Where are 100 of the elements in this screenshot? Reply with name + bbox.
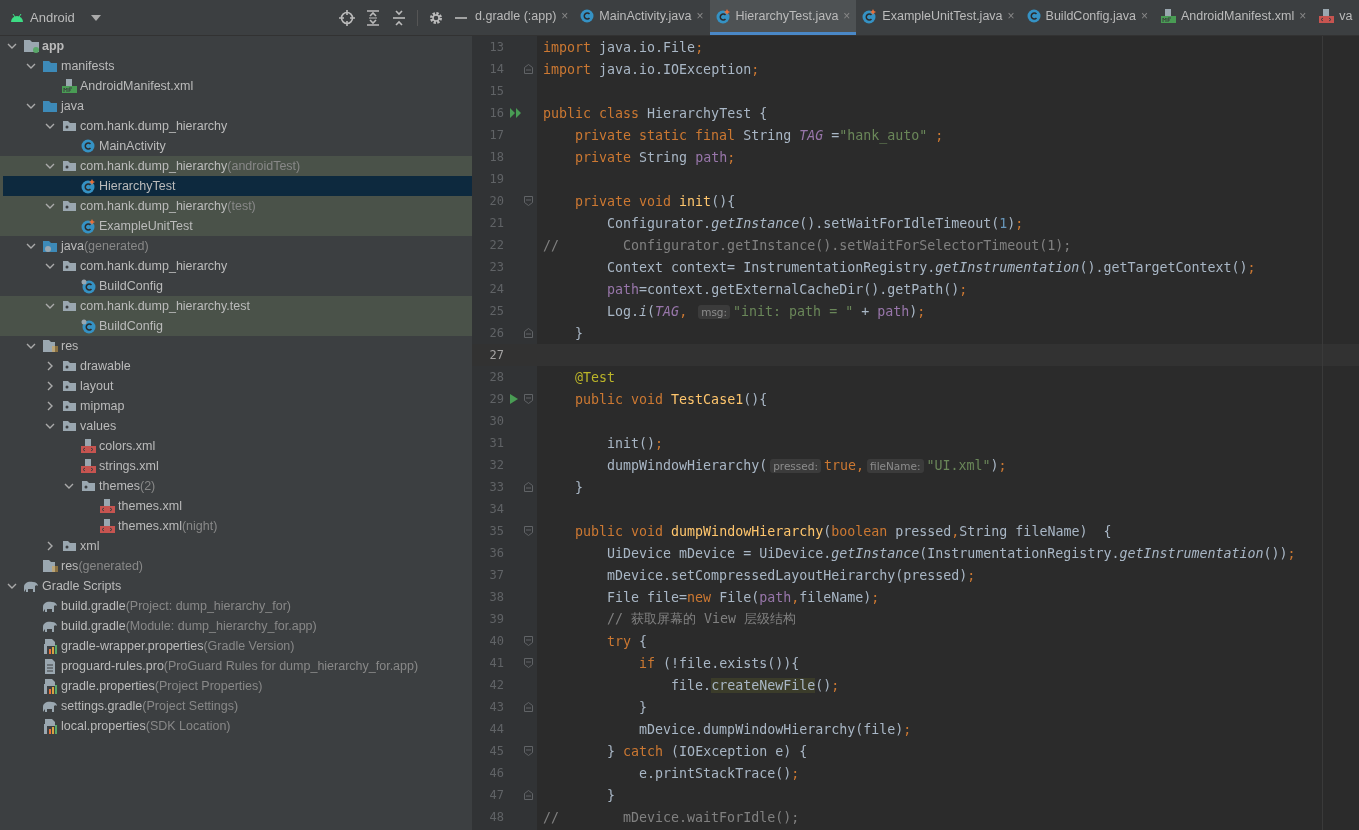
properties-file-icon bbox=[42, 638, 58, 654]
chevron-icon[interactable] bbox=[45, 381, 55, 391]
fold-marker-icon[interactable] bbox=[524, 790, 533, 800]
code-line: try { bbox=[606, 633, 648, 649]
chevron-icon[interactable] bbox=[26, 241, 36, 251]
tree-item[interactable]: AndroidManifest.xml bbox=[0, 76, 472, 96]
code-line: } bbox=[574, 479, 584, 495]
chevron-icon[interactable] bbox=[45, 301, 55, 311]
tree-item[interactable]: proguard-rules.pro(ProGuard Rules for dump_hierarchy_for.app) bbox=[0, 656, 472, 676]
tree-item[interactable]: com.hank.dump_hierarchy bbox=[0, 256, 472, 276]
editor-tab[interactable]: va bbox=[1312, 0, 1359, 35]
chevron-icon[interactable] bbox=[26, 101, 36, 111]
tree-item[interactable]: BuildConfig bbox=[0, 316, 472, 336]
chevron-icon[interactable] bbox=[64, 481, 74, 491]
chevron-icon[interactable] bbox=[45, 201, 55, 211]
tree-item[interactable]: colors.xml bbox=[0, 436, 472, 456]
expand-all-icon[interactable] bbox=[365, 9, 381, 26]
test-class-icon bbox=[862, 8, 878, 24]
tree-item[interactable]: local.properties(SDK Location) bbox=[0, 716, 472, 736]
code-line: } catch (IOException e) { bbox=[606, 743, 808, 759]
tree-item[interactable]: themes.xml bbox=[0, 496, 472, 516]
tree-item[interactable]: res(generated) bbox=[0, 556, 472, 576]
chevron-icon[interactable] bbox=[7, 581, 17, 591]
close-icon[interactable]: × bbox=[1299, 9, 1307, 23]
fold-marker-icon[interactable] bbox=[524, 636, 533, 646]
class-icon bbox=[81, 139, 95, 153]
chevron-icon[interactable] bbox=[45, 121, 55, 131]
test-class-icon bbox=[80, 218, 96, 234]
fold-marker-icon[interactable] bbox=[524, 702, 533, 712]
tree-item[interactable]: build.gradle(Project: dump_hierarchy_for) bbox=[0, 596, 472, 616]
tree-item[interactable]: drawable bbox=[0, 356, 472, 376]
tree-item[interactable]: values bbox=[0, 416, 472, 436]
package-folder-icon bbox=[61, 360, 77, 372]
tree-item[interactable]: java(generated) bbox=[0, 236, 472, 256]
tree-item[interactable]: xml bbox=[0, 536, 472, 556]
chevron-icon[interactable] bbox=[45, 261, 55, 271]
fold-marker-icon[interactable] bbox=[524, 658, 533, 668]
chevron-icon[interactable] bbox=[45, 361, 55, 371]
editor-tab[interactable]: ExampleUnitTest.java × bbox=[856, 0, 1021, 35]
code-line: } bbox=[606, 787, 616, 803]
parameter-hint: fileName: bbox=[867, 458, 924, 473]
editor-tab[interactable]: d.gradle (:app) × bbox=[472, 0, 575, 35]
fold-marker-icon[interactable] bbox=[524, 746, 533, 756]
editor-tab[interactable]: MainActivity.java × bbox=[574, 0, 710, 35]
tree-item[interactable]: HierarchyTest bbox=[0, 176, 472, 196]
chevron-icon[interactable] bbox=[45, 541, 55, 551]
chevron-icon[interactable] bbox=[45, 401, 55, 411]
tree-item[interactable]: com.hank.dump_hierarchy.test bbox=[0, 296, 472, 316]
package-folder-icon bbox=[61, 200, 77, 212]
fold-marker-icon[interactable] bbox=[524, 482, 533, 492]
crosshair-icon[interactable] bbox=[339, 9, 355, 26]
close-icon[interactable]: × bbox=[561, 9, 569, 23]
fold-marker-icon[interactable] bbox=[524, 196, 533, 206]
run-icon[interactable] bbox=[510, 394, 518, 404]
tree-item[interactable]: java bbox=[0, 96, 472, 116]
tree-item[interactable]: com.hank.dump_hierarchy bbox=[0, 116, 472, 136]
tree-item[interactable]: MainActivity bbox=[0, 136, 472, 156]
tree-item[interactable]: themes(2) bbox=[0, 476, 472, 496]
fold-marker-icon[interactable] bbox=[524, 526, 533, 536]
run-all-icon[interactable] bbox=[510, 108, 522, 118]
editor-tab[interactable]: BuildConfig.java × bbox=[1020, 0, 1154, 35]
tree-item[interactable]: build.gradle(Module: dump_hierarchy_for.app) bbox=[0, 616, 472, 636]
chevron-icon[interactable] bbox=[45, 421, 55, 431]
elephant-icon bbox=[22, 579, 40, 593]
tree-item[interactable]: mipmap bbox=[0, 396, 472, 416]
manifest-file-icon bbox=[1159, 9, 1176, 23]
tree-item[interactable]: strings.xml bbox=[0, 456, 472, 476]
tree-item[interactable]: layout bbox=[0, 376, 472, 396]
editor-tab[interactable]: HierarchyTest.java × bbox=[709, 0, 857, 35]
code-line: Context context= InstrumentationRegistry.getInstrumentation().getTargetContext(); bbox=[606, 259, 1256, 275]
tree-item[interactable]: app bbox=[0, 36, 472, 56]
code-line: init(); bbox=[606, 435, 664, 451]
chevron-icon[interactable] bbox=[7, 41, 17, 51]
tree-item[interactable]: com.hank.dump_hierarchy(androidTest) bbox=[0, 156, 472, 176]
settings-icon[interactable] bbox=[428, 9, 444, 26]
chevron-icon[interactable] bbox=[26, 341, 36, 351]
dropdown-caret-icon[interactable] bbox=[90, 14, 101, 21]
tree-item[interactable]: gradle-wrapper.properties(Gradle Version) bbox=[0, 636, 472, 656]
close-icon[interactable]: × bbox=[696, 9, 704, 23]
line-number: 27 bbox=[489, 348, 504, 362]
project-view-selector[interactable]: Android bbox=[30, 10, 75, 25]
tree-item[interactable]: BuildConfig bbox=[0, 276, 472, 296]
tree-item[interactable]: ExampleUnitTest bbox=[0, 216, 472, 236]
tree-item[interactable]: com.hank.dump_hierarchy(test) bbox=[0, 196, 472, 216]
tree-item[interactable]: res bbox=[0, 336, 472, 356]
close-icon[interactable]: × bbox=[1007, 9, 1015, 23]
tree-item[interactable]: Gradle Scripts bbox=[0, 576, 472, 596]
tree-item[interactable]: manifests bbox=[0, 56, 472, 76]
tree-item[interactable]: themes.xml(night) bbox=[0, 516, 472, 536]
chevron-icon[interactable] bbox=[26, 61, 36, 71]
tree-item[interactable]: settings.gradle(Project Settings) bbox=[0, 696, 472, 716]
test-class-icon bbox=[80, 178, 96, 194]
close-icon[interactable]: × bbox=[1140, 9, 1148, 23]
fold-marker-icon[interactable] bbox=[524, 64, 533, 74]
tree-item[interactable]: gradle.properties(Project Properties) bbox=[0, 676, 472, 696]
collapse-all-icon[interactable] bbox=[391, 9, 407, 26]
fold-marker-icon[interactable] bbox=[524, 394, 533, 404]
editor-tab[interactable]: AndroidManifest.xml × bbox=[1153, 0, 1313, 35]
chevron-icon[interactable] bbox=[45, 161, 55, 171]
fold-marker-icon[interactable] bbox=[524, 328, 533, 338]
